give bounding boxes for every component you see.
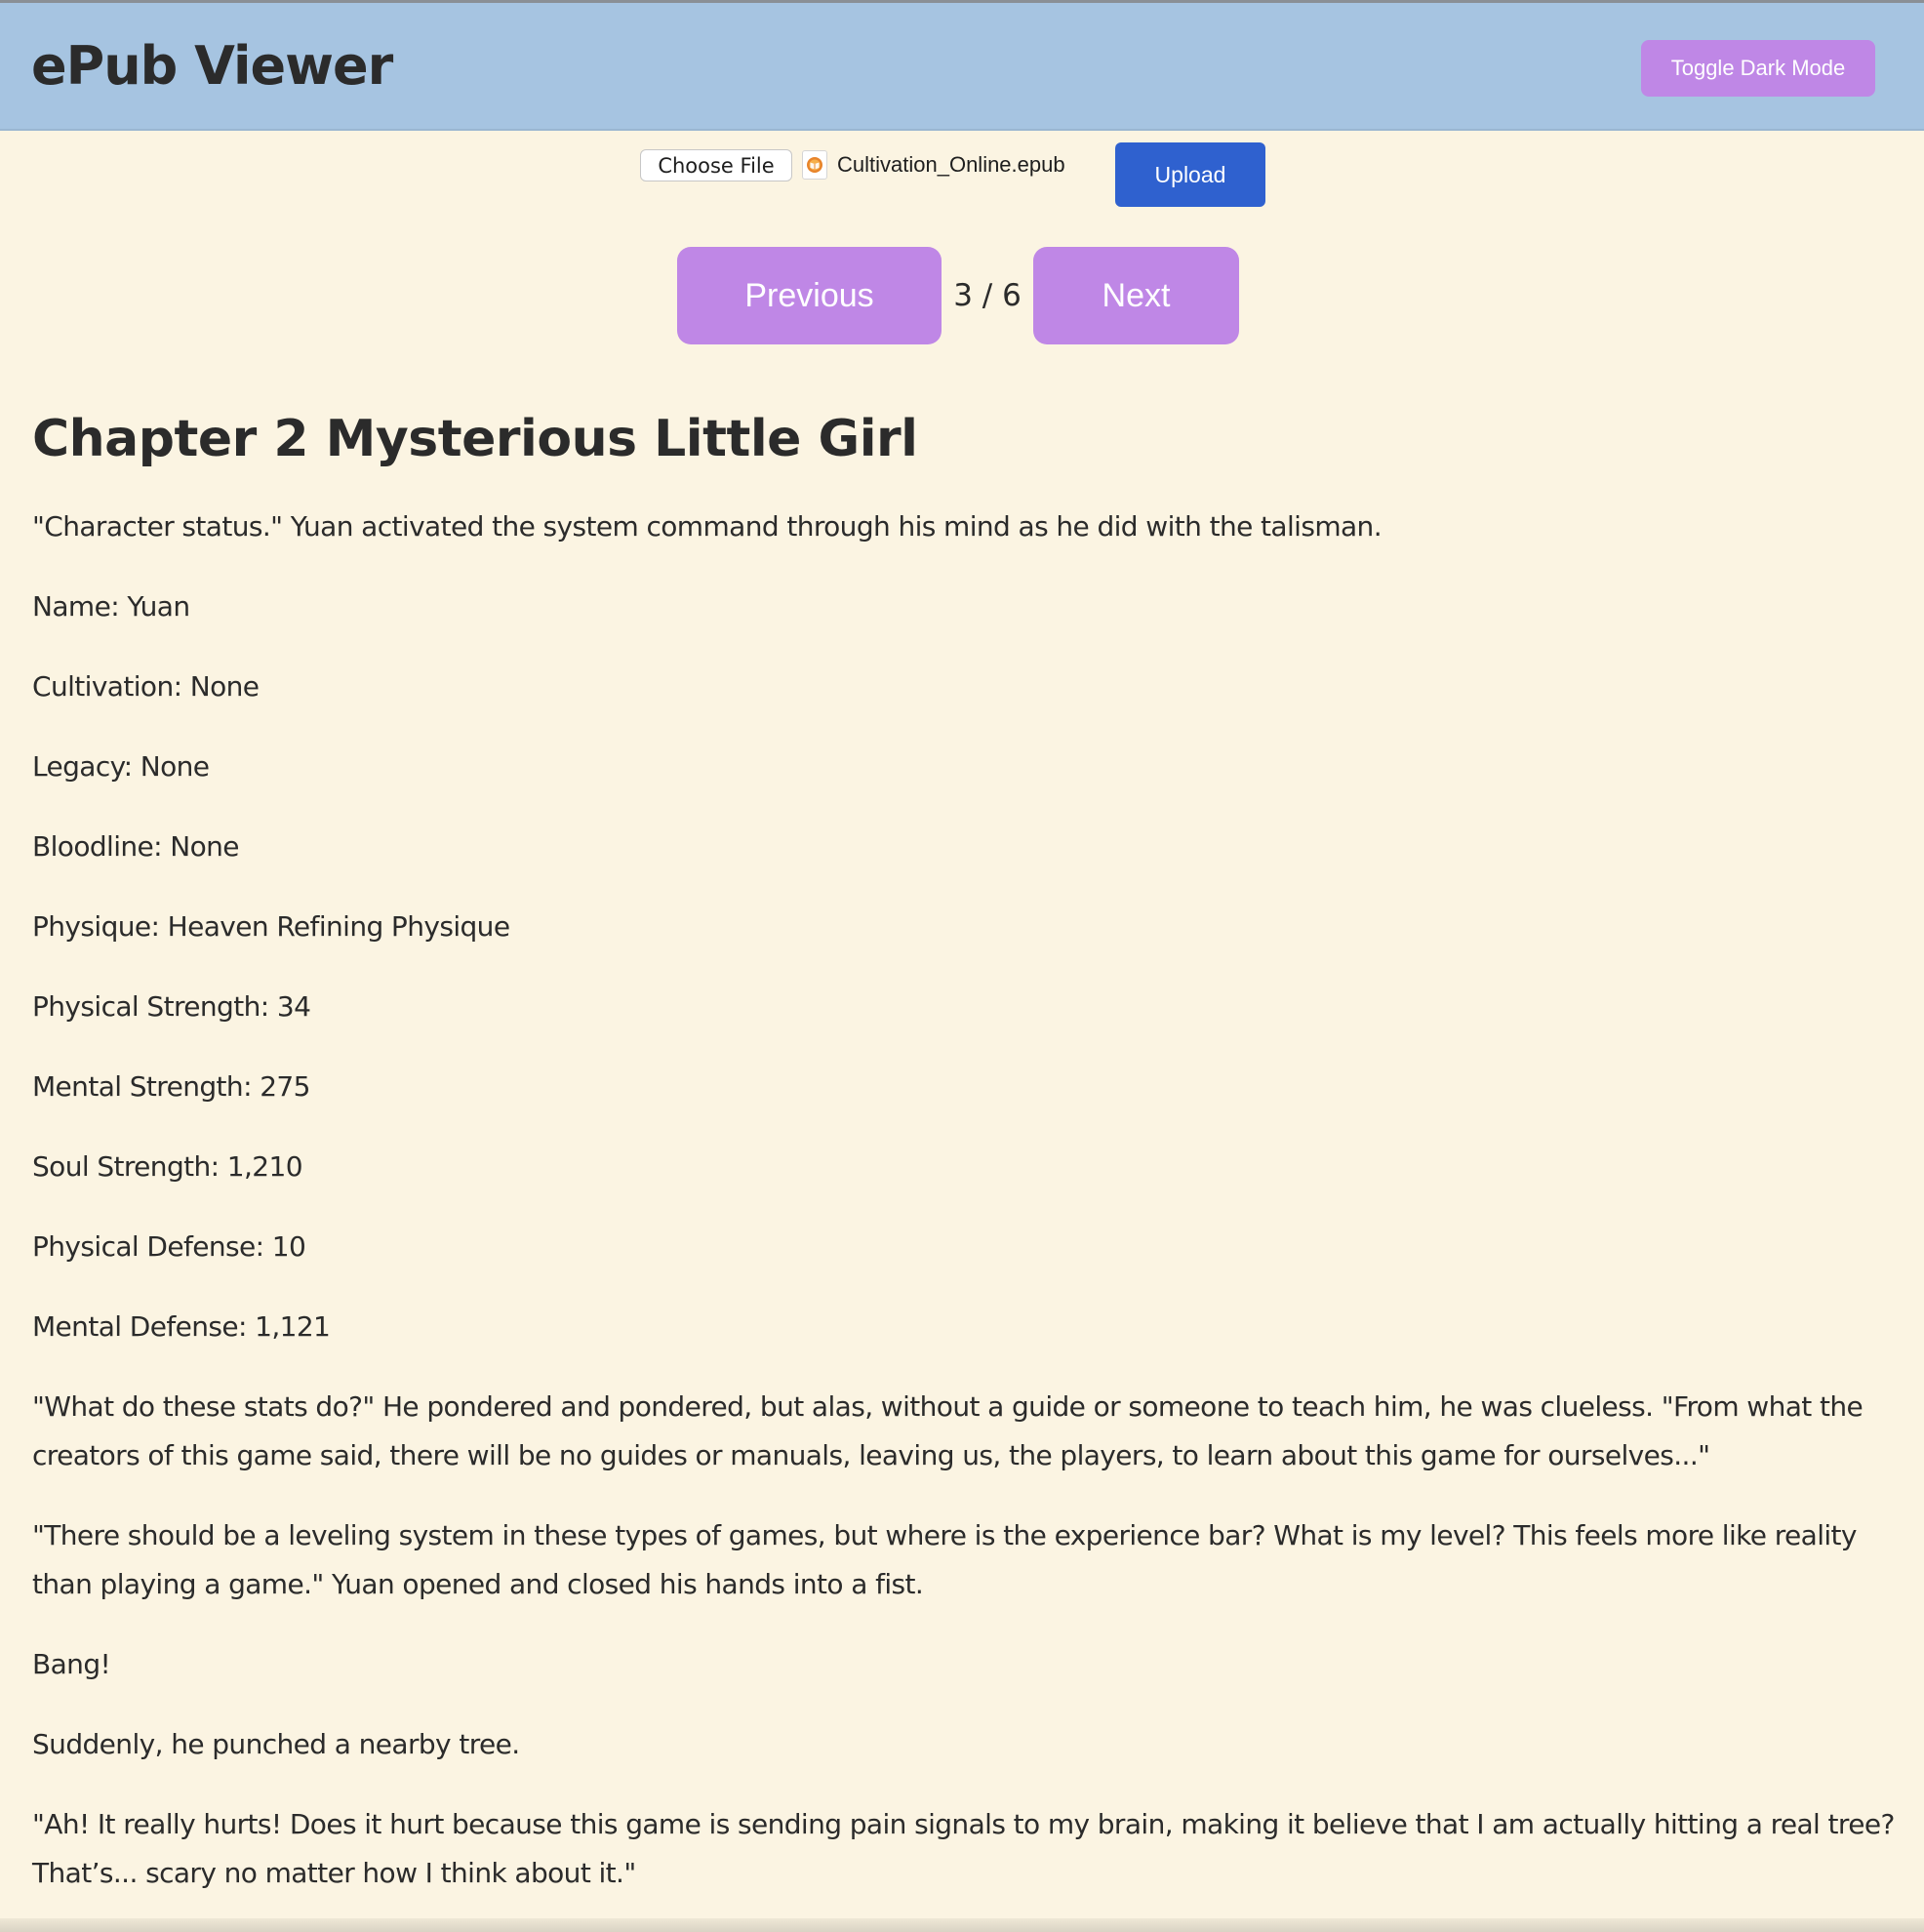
next-button[interactable]: Next [1033,247,1239,344]
stat-line: Soul Strength: 1,210 [32,1150,303,1183]
app-header: ePub Viewer Toggle Dark Mode [0,3,1924,131]
stat-line: Physical Defense: 10 [32,1230,306,1263]
toggle-dark-mode-button[interactable]: Toggle Dark Mode [1641,40,1875,97]
previous-button[interactable]: Previous [677,247,942,344]
paragraph: "Character status." Yuan activated the s… [32,510,1383,543]
paragraph: Bang! [32,1648,111,1680]
stat-line: Physique: Heaven Refining Physique [32,910,510,943]
paragraph: "Ah! It really hurts! Does it hurt becau… [32,1808,1895,1889]
paragraph: "There should be a leveling system in th… [32,1519,1858,1600]
stat-line: Mental Strength: 275 [32,1070,310,1103]
book-file-icon [802,150,827,180]
stat-line: Physical Strength: 34 [32,990,311,1023]
chapter-content: Chapter 2 Mysterious Little Girl "Charac… [32,400,1896,1898]
choose-file-button[interactable]: Choose File [640,149,792,181]
upload-form: Choose File Cultivation_Online.epub Uplo… [0,142,1924,211]
page-indicator: 3 / 6 [953,278,1022,313]
chapter-title: Chapter 2 Mysterious Little Girl [32,410,918,468]
paragraph: "What do these stats do?" He pondered an… [32,1390,1864,1471]
window-bottom-edge [0,1918,1924,1932]
stat-line: Legacy: None [32,750,210,783]
app-title: ePub Viewer [31,35,393,97]
chapter-navigation: Previous 3 / 6 Next [0,247,1924,344]
stat-line: Bloodline: None [32,830,240,863]
upload-button[interactable]: Upload [1115,142,1265,207]
paragraph: Suddenly, he punched a nearby tree. [32,1728,520,1760]
stat-line: Name: Yuan [32,590,190,623]
selected-file-name: Cultivation_Online.epub [837,152,1065,177]
stat-line: Cultivation: None [32,670,260,703]
stat-line: Mental Defense: 1,121 [32,1310,331,1343]
